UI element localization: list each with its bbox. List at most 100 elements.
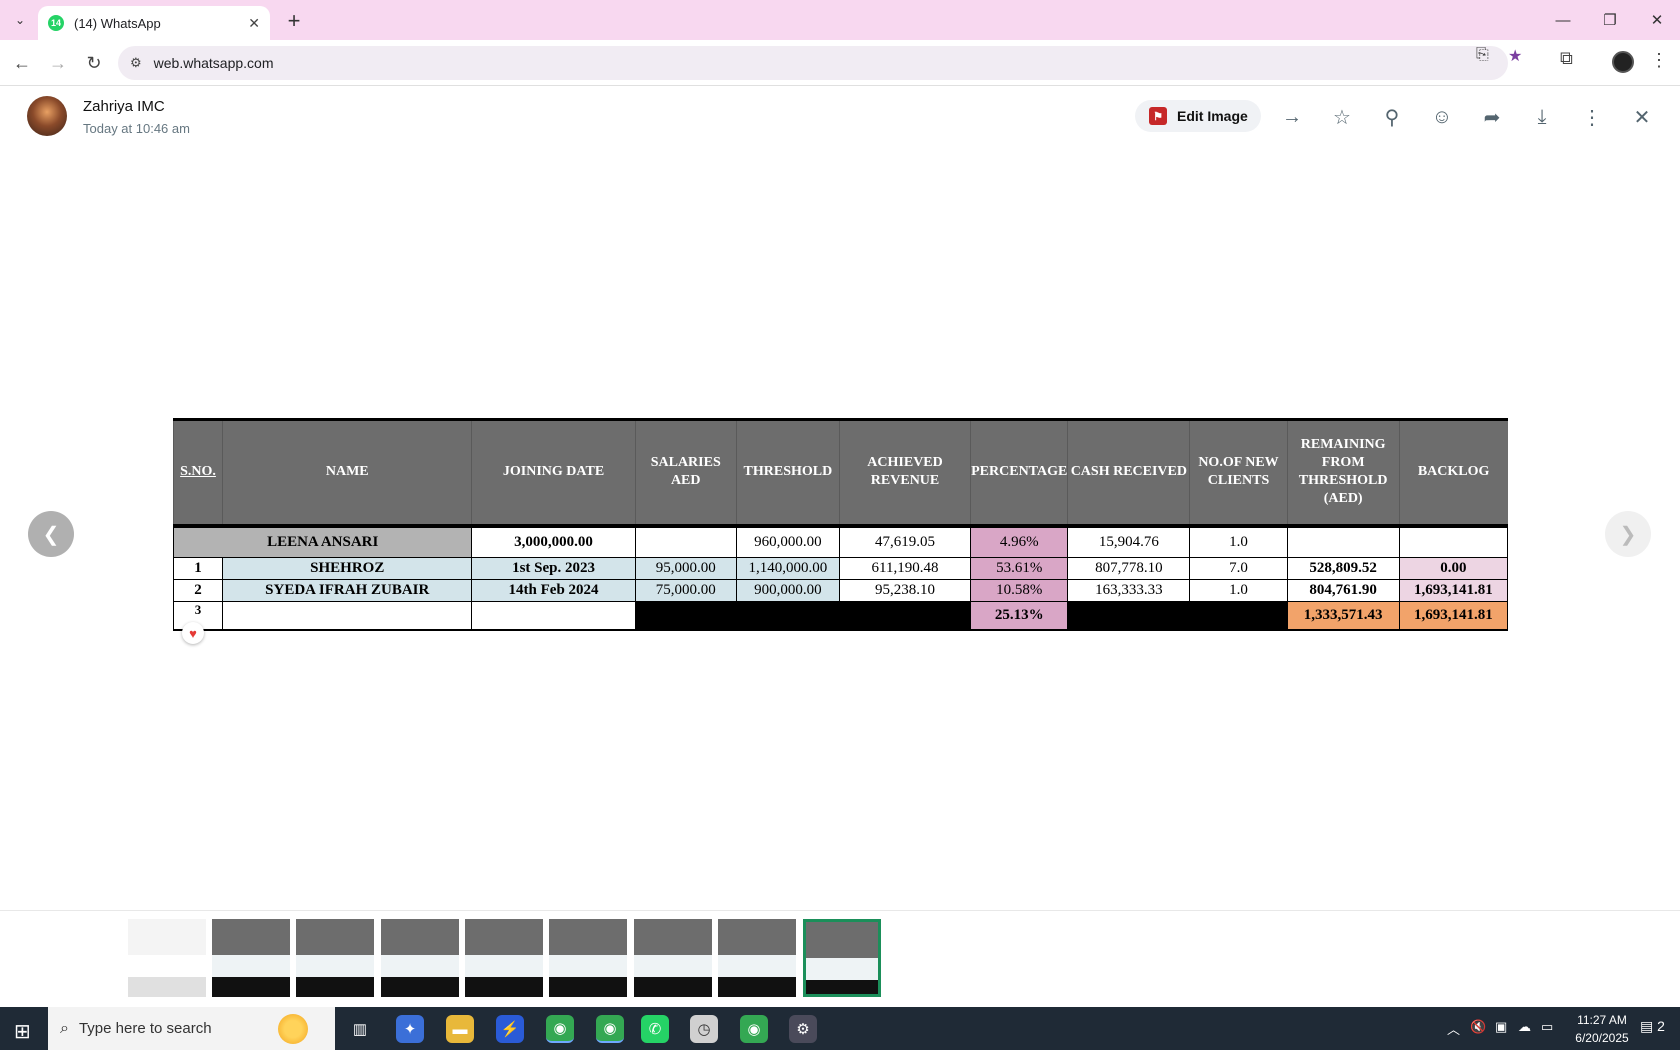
row-achieved: 95,238.10 — [838, 579, 972, 602]
chrome-profile-icon[interactable]: ◉ — [596, 1015, 624, 1043]
thumbnail[interactable] — [634, 919, 712, 997]
row-salary: 95,000.00 — [634, 557, 737, 580]
pdf-icon: ⚑ — [1149, 107, 1167, 125]
chrome-icon[interactable]: ◉ — [546, 1015, 574, 1043]
tab-title: (14) WhatsApp — [74, 15, 161, 31]
sender-avatar[interactable] — [27, 96, 67, 136]
react-emoji-icon[interactable]: ☺ — [1429, 104, 1455, 130]
sender-time: Today at 10:46 am — [83, 121, 190, 136]
back-arrow-icon[interactable]: ← — [8, 49, 36, 77]
close-viewer-icon[interactable]: ✕ — [1629, 104, 1655, 130]
clock-date[interactable]: 6/20/2025 — [1566, 1031, 1638, 1045]
row-cash: 163,333.33 — [1067, 579, 1191, 602]
sales-table: S.NO. NAME JOINING DATE SALARIES AED THR… — [172, 418, 1509, 631]
row-percentage: 53.61% — [970, 557, 1069, 580]
file-explorer-icon[interactable]: ▬ — [446, 1015, 474, 1043]
address-bar[interactable]: ⚙ web.whatsapp.com — [118, 46, 1508, 80]
thumbnail[interactable] — [296, 919, 374, 997]
network-icon[interactable]: ▭ — [1541, 1019, 1553, 1035]
row-sno: 2 — [172, 579, 224, 602]
install-app-icon[interactable]: ⎘ — [1476, 46, 1489, 64]
row-remaining: 804,761.90 — [1286, 579, 1400, 602]
next-image-button[interactable]: ❯ — [1605, 511, 1651, 557]
restore-icon[interactable]: ❐ — [1587, 6, 1633, 34]
more-options-icon[interactable]: ⋮ — [1579, 104, 1605, 130]
volume-muted-icon[interactable]: 🔇 — [1470, 1019, 1486, 1035]
header-salaries: SALARIES AED — [634, 418, 737, 528]
header-cash: CASH RECEIVED — [1067, 418, 1190, 528]
total-name — [222, 601, 473, 631]
browser-menu-icon[interactable]: ⋮ — [1650, 50, 1668, 71]
total-salary: Rs170,000 — [634, 601, 737, 631]
leena-joining: 3,000,000.00 — [471, 524, 636, 558]
thumbnail[interactable] — [718, 919, 796, 997]
new-tab-plus-icon[interactable]: + — [280, 7, 308, 35]
weather-sun-icon[interactable] — [278, 1014, 308, 1044]
media-viewer-header: Zahriya IMC Today at 10:46 am ⚑ Edit Ima… — [0, 86, 1680, 152]
chrome-icon-2[interactable]: ◉ — [740, 1015, 768, 1043]
app-icon[interactable]: ⚡ — [496, 1015, 524, 1043]
thumbnail[interactable] — [549, 919, 627, 997]
reload-icon[interactable]: ↻ — [80, 49, 108, 77]
header-name: NAME — [222, 418, 472, 528]
header-backlog: BACKLOG — [1398, 418, 1508, 528]
total-achieved: Rs754,048 — [838, 601, 972, 631]
thumbnail-active[interactable] — [803, 919, 881, 997]
browser-toolbar: ← → ↻ ⚙ web.whatsapp.com ⎘ ★ ⧉ ⋮ — [0, 40, 1680, 86]
total-threshold: Rs3,000,000 — [735, 601, 840, 631]
header-percentage: PERCENTAGE — [970, 418, 1068, 528]
copilot-icon[interactable]: ✦ — [396, 1015, 424, 1043]
leena-cash: 15,904.76 — [1067, 524, 1191, 558]
tray-chevron-icon[interactable]: ︿ — [1447, 1019, 1460, 1038]
star-message-icon[interactable]: ☆ — [1329, 104, 1355, 130]
thumbnail[interactable] — [212, 919, 290, 997]
site-info-icon[interactable]: ⚙ — [130, 55, 142, 71]
thumbnail[interactable] — [128, 919, 206, 997]
task-view-icon[interactable]: ▥ — [346, 1015, 374, 1043]
search-icon: ⌕ — [60, 1019, 69, 1037]
header-achieved: ACHIEVED REVENUE — [838, 418, 971, 528]
row-backlog: 1,693,141.81 — [1398, 579, 1509, 602]
clock-app-icon[interactable]: ◷ — [690, 1015, 718, 1043]
leena-salary — [634, 524, 737, 558]
row-name: SYEDA IFRAH ZUBAIR — [222, 579, 473, 602]
whatsapp-icon[interactable]: ✆ — [641, 1015, 669, 1043]
row-backlog: 0.00 — [1398, 557, 1509, 580]
forward-icon[interactable]: ➦ — [1479, 104, 1505, 130]
tab-search-chevron-icon[interactable]: ⌄ — [8, 8, 32, 32]
total-percentage: 25.13% — [970, 601, 1069, 631]
forward-arrow-icon[interactable]: → — [44, 49, 72, 77]
edit-image-label: Edit Image — [1177, 108, 1248, 124]
row-clients: 7.0 — [1189, 557, 1288, 580]
thumbnail[interactable] — [381, 919, 459, 997]
clock-time[interactable]: 11:27 AM — [1572, 1013, 1632, 1027]
previous-image-button[interactable]: ❮ — [28, 511, 74, 557]
table-header-row: S.NO. NAME JOINING DATE SALARIES AED THR… — [172, 418, 1508, 528]
go-to-message-arrow-icon[interactable]: → — [1279, 104, 1305, 130]
row-threshold: 900,000.00 — [735, 579, 840, 602]
windows-start-icon[interactable]: ⊞ — [14, 1019, 31, 1044]
header-clients: NO.OF NEW CLIENTS — [1189, 418, 1288, 528]
notification-icon[interactable]: ▤ 2 — [1640, 1018, 1665, 1035]
row-clients: 1.0 — [1189, 579, 1288, 602]
edit-image-button[interactable]: ⚑ Edit Image — [1135, 100, 1261, 132]
tab-whatsapp[interactable]: 14 (14) WhatsApp ✕ — [38, 6, 270, 40]
heart-reaction-icon[interactable]: ♥ — [182, 622, 204, 644]
window-close-icon[interactable]: ✕ — [1634, 6, 1680, 34]
pin-icon[interactable]: ⚲ — [1379, 104, 1405, 130]
profile-avatar[interactable] — [1612, 51, 1634, 73]
extensions-icon[interactable]: ⧉ — [1560, 48, 1573, 69]
settings-gear-icon[interactable]: ⚙ — [789, 1015, 817, 1043]
row-salary: 75,000.00 — [634, 579, 737, 602]
minimize-icon[interactable]: — — [1540, 6, 1586, 34]
row-remaining: 528,809.52 — [1286, 557, 1400, 580]
meet-icon[interactable]: ▣ — [1495, 1019, 1507, 1035]
bookmark-star-icon[interactable]: ★ — [1508, 46, 1522, 66]
tab-close-icon[interactable]: ✕ — [248, 15, 260, 32]
onedrive-icon[interactable]: ☁ — [1518, 1019, 1531, 1035]
thumbnail[interactable] — [465, 919, 543, 997]
row-threshold: 1,140,000.00 — [735, 557, 840, 580]
spreadsheet-image: S.NO. NAME JOINING DATE SALARIES AED THR… — [172, 418, 1509, 634]
search-placeholder: Type here to search — [78, 1020, 212, 1037]
download-icon[interactable]: ⤓ — [1529, 104, 1555, 130]
